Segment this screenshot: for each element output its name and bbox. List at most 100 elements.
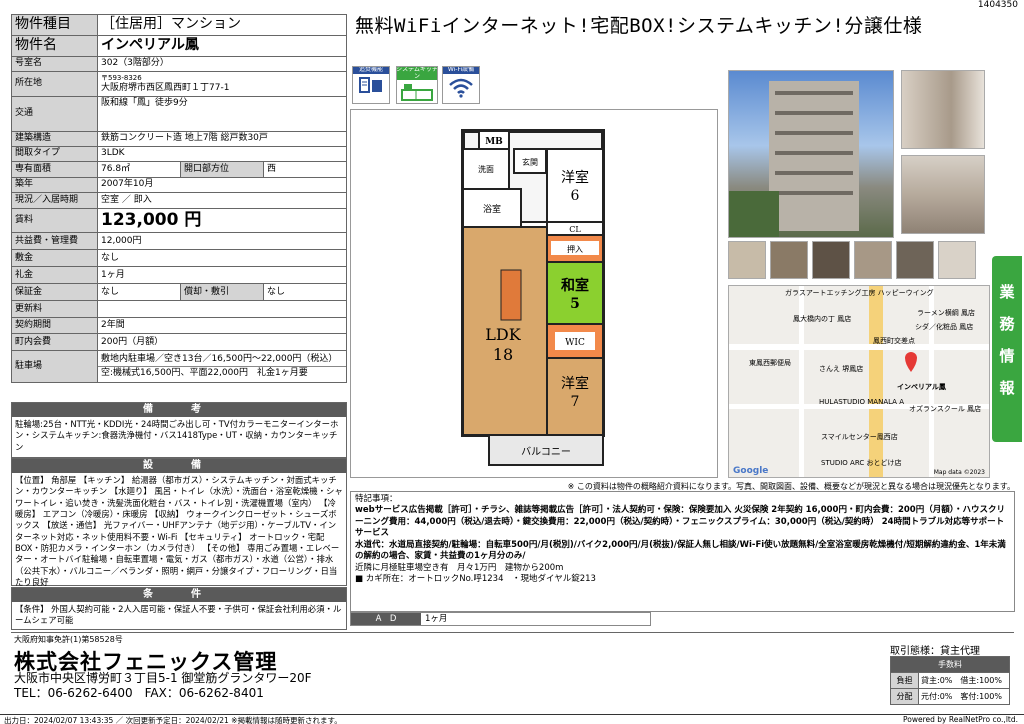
remarks-title: 備 考	[12, 403, 346, 417]
interior-photo-1[interactable]	[901, 70, 985, 149]
thumbnail[interactable]	[770, 241, 808, 279]
renewal-label: 更新料	[11, 300, 98, 319]
conditions-title: 条 件	[12, 588, 346, 602]
split-label: 分配	[890, 688, 919, 705]
parking-line-1: 敷地内駐車場／空き13台／16,500円～22,000円（税込）	[101, 354, 338, 364]
fee-value: 12,000円	[97, 232, 347, 251]
interior-photo-2[interactable]	[901, 155, 985, 234]
address-label: 所在地	[11, 71, 98, 97]
layout-value: 3LDK	[97, 146, 347, 162]
room-value: 302（3階部分）	[97, 56, 347, 72]
wifi-icon-label: Wi-Fi設備	[443, 67, 479, 74]
key-money-label: 礼金	[11, 266, 98, 285]
room-mb: MB	[485, 137, 503, 147]
burden-value: 貸主:0% 借主:100%	[918, 672, 1010, 689]
rent-label: 賃料	[11, 207, 98, 234]
map-pin-icon	[905, 352, 917, 372]
map-label: シダ／化粧品 鳳店	[915, 323, 974, 331]
room-youshitsu-6-size: 6	[571, 188, 580, 204]
key-money-value: 1ヶ月	[97, 266, 347, 285]
room-balcony: バルコニー	[521, 446, 571, 458]
rent-value: 123,000 円	[97, 207, 347, 234]
assoc-label: 町内会費	[11, 333, 98, 352]
map-label: 東鳳西郵便局	[749, 359, 791, 367]
amort-value: なし	[263, 283, 347, 302]
deposit-value: なし	[97, 249, 347, 268]
room-label: 号室名	[11, 56, 98, 72]
building-photo[interactable]	[728, 70, 894, 238]
area-value: 76.8㎡	[97, 161, 181, 178]
built-value: 2007年10月	[97, 177, 347, 193]
postal-code: 〒593-8326	[101, 74, 142, 82]
name-value: インペリアル鳳	[97, 35, 347, 57]
address-value: 大阪府堺市西区鳳西町１丁77-1	[101, 82, 230, 93]
headline: 無料WiFiインターネット!宅配BOX!システムキッチン!分譲仕様	[355, 15, 923, 37]
special-notes-line-2: 水道代：水道局直接契約/駐輪場：自転車500円/月(税別)/バイク2,000円/…	[355, 539, 1006, 562]
remarks-body: 駐輪場:25台・NTT光・KDDI光・24時間ごみ出し可・TV付カラーモニターイ…	[15, 419, 339, 452]
room-washitsu-size: 5	[570, 296, 580, 312]
room-ldk-label: LDK	[485, 325, 521, 344]
conditions-section: 条 件 【条件】 外国人契約可能・2人入居可能・保証人不要・子供可・保証会社利用…	[11, 587, 347, 630]
direction-label: 開口部方位	[180, 161, 264, 178]
room-ldk-size: 18	[493, 345, 513, 364]
transport-value: 阪和線「鳳」徒歩9分	[97, 96, 347, 132]
structure-label: 建築構造	[11, 131, 98, 147]
transport-label: 交通	[11, 96, 98, 132]
map-label: オズランスクール 鳳店	[909, 405, 982, 413]
bottom-line: 出力日：2024/02/07 13:43:35 ／ 次回更新予定日：2024/0…	[0, 714, 1024, 724]
parking-line-2: 空:機械式16,500円、平面22,000円 礼金1ヶ月要	[98, 366, 346, 379]
conditions-body: 【条件】 外国人契約可能・2人入居可能・保証人不要・子供可・保証会社利用必須・ル…	[15, 604, 342, 626]
thumbnail[interactable]	[938, 241, 976, 279]
room-wic: WIC	[565, 338, 585, 348]
special-notes-title: 特記事項：	[355, 494, 398, 504]
ad-label: A D	[351, 613, 421, 625]
room-genkan: 玄関	[522, 157, 538, 167]
status-label: 現況／入居時期	[11, 192, 98, 209]
ad-row: A D 1ヶ月	[350, 612, 651, 626]
special-notes: 特記事項： webサービス広告掲載［許可］・チラシ、雑誌等掲載広告［許可］・法人…	[350, 491, 1015, 612]
map-label: 鳳西町交差点	[873, 337, 915, 345]
thumbnail[interactable]	[812, 241, 850, 279]
map-label: 鳳大橋内の丁 鳳店	[793, 315, 852, 323]
type-label: 物件種目	[11, 14, 98, 36]
room-yokushitsu: 浴室	[483, 203, 501, 215]
special-notes-line-1: webサービス広告掲載［許可］・チラシ、雑誌等掲載広告［許可］・法人契約可・保険…	[355, 505, 1005, 539]
remarks-section: 備 考 駐輪場:25台・NTT光・KDDI光・24時間ごみ出し可・TV付カラーモ…	[11, 402, 347, 458]
company-tel: TEL：06-6262-6400 FAX：06-6262-8401	[14, 686, 264, 700]
thumbnail[interactable]	[854, 241, 892, 279]
guarantee-value: なし	[97, 283, 181, 302]
system-kitchen-icon-label: システムキッチン	[396, 66, 438, 81]
room-youshitsu-6-label: 洋室	[561, 169, 589, 186]
thumbnail-strip	[728, 241, 990, 279]
structure-value: 鉄筋コンクリート造 地上7階 総戸数30戸	[97, 131, 347, 147]
map-label: ラーメン横綱 鳳店	[917, 309, 975, 317]
map-label: スマイルセンター鳳西店	[821, 433, 898, 441]
thumbnail[interactable]	[896, 241, 934, 279]
type-value: ［住居用］マンション	[97, 14, 347, 36]
ad-value: 1ヶ月	[425, 614, 448, 624]
amort-label: 償却・敷引	[180, 283, 264, 302]
parking-label: 駐車場	[11, 350, 98, 384]
special-notes-line-3: 近隣に月極駐車場空き有 月々1万円 建物から200m	[355, 562, 564, 573]
page-id: 1404350	[977, 0, 1018, 10]
contract-value: 2年間	[97, 317, 347, 335]
map-label: STUDIO ARC おとどけ店	[821, 459, 902, 467]
transaction-type: 取引態様：貸主代理	[890, 646, 980, 657]
facilities-body: 【位置】 角部屋 【キッチン】 給湯器（都市ガス）・システムキッチン・対面式キッ…	[15, 475, 343, 588]
name-label: 物件名	[11, 35, 98, 57]
floorplan: MB 玄関 洗面 浴室 洋室 6 WC CL 押入 収納 和室 5 LDK 18	[461, 129, 605, 466]
room-youshitsu-7-label: 洋室	[561, 375, 589, 392]
license-number: 大阪府知事免許(1)第58528号	[14, 635, 123, 644]
parking-cell: 敷地内駐車場／空き13台／16,500円～22,000円（税込） 空:機械式16,…	[97, 350, 347, 384]
reheat-icon: 追焚機能	[352, 66, 390, 104]
location-map[interactable]: ガラスアートエッチング工房 ハッピーウイング ラーメン横綱 鳳店 鳳大橋内の丁 …	[728, 285, 990, 478]
fee-label: 共益費・管理費	[11, 232, 98, 251]
map-attribution: Map data ©2023	[933, 469, 985, 476]
map-label-property: インペリアル鳳	[897, 383, 946, 391]
business-info-tab[interactable]: 業務情報	[992, 256, 1022, 442]
map-label: ガラスアートエッチング工房 ハッピーウイング	[785, 289, 934, 297]
facilities-section: 設 備 【位置】 角部屋 【キッチン】 給湯器（都市ガス）・システムキッチン・対…	[11, 458, 347, 587]
thumbnail[interactable]	[728, 241, 766, 279]
guarantee-label: 保証金	[11, 283, 98, 302]
reheat-icon-label: 追焚機能	[353, 67, 389, 74]
